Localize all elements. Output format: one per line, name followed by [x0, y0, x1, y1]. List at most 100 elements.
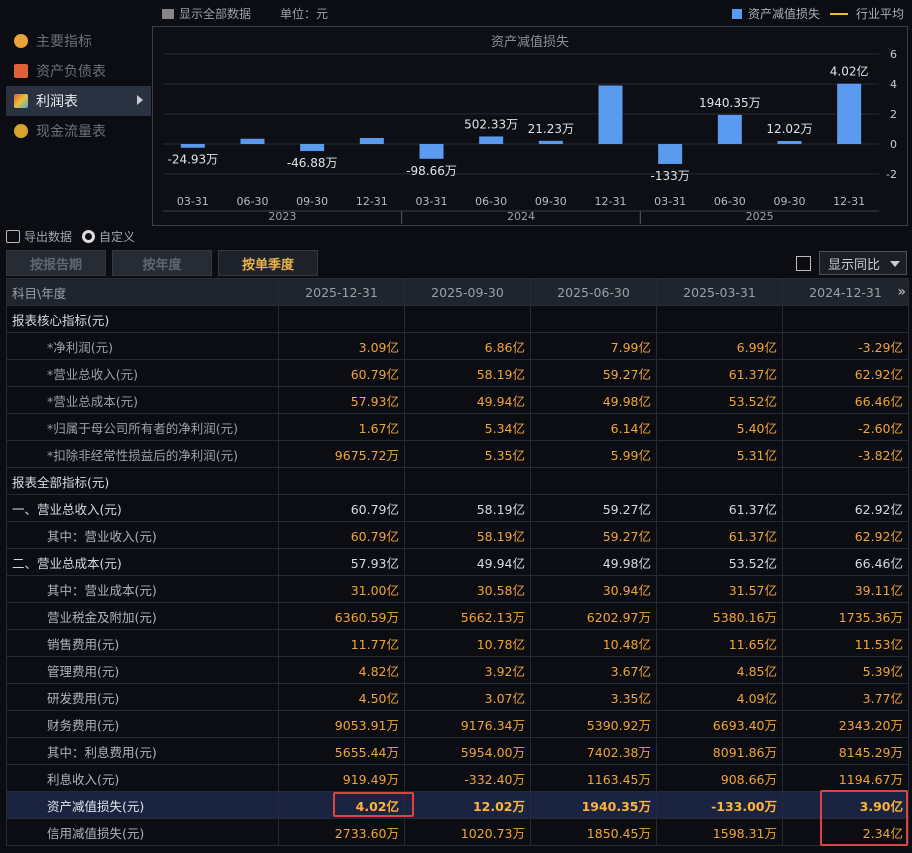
top-toolbar: 显示全部数据 单位：元 资产减值损失 行业平均 — [0, 0, 912, 26]
tab-by-year[interactable]: 按年度 — [112, 250, 212, 276]
yoy-select-label: 显示同比 — [828, 257, 881, 273]
column-header-period[interactable]: 2025-03-31 — [656, 278, 783, 306]
table-cell: 1735.36万 — [782, 602, 909, 630]
table-row[interactable]: 资产减值损失(元) 4.02亿 12.02万 1940.35万 -133.00万 3.90… — [6, 791, 909, 819]
row-label: 报表全部指标(元) — [6, 467, 279, 495]
x-tick-label: 12-31 — [595, 195, 627, 208]
row-label: 财务费用(元) — [6, 710, 279, 738]
x-tick-label: 03-31 — [416, 195, 448, 208]
column-header-period[interactable]: 2025-06-30 — [530, 278, 657, 306]
nav-item-balance-sheet[interactable]: 资产负债表 — [6, 56, 151, 86]
chart-bar — [359, 138, 384, 144]
table-row[interactable]: *营业总成本(元) 57.93亿 49.94亿 49.98亿 53.52亿 66.46亿 — [6, 386, 909, 414]
nav-item-income-statement[interactable]: 利润表 — [6, 86, 151, 116]
row-label: 研发费用(元) — [6, 683, 279, 711]
yoy-select[interactable]: 显示同比 — [819, 251, 907, 275]
row-label: 报表核心指标(元) — [6, 305, 279, 333]
data-label: -46.88万 — [287, 156, 338, 170]
table-cell: 1194.67万 — [782, 764, 909, 792]
table-cell: 58.19亿 — [404, 521, 531, 549]
table-row[interactable]: 研发费用(元) 4.50亿 3.07亿 3.35亿 4.09亿 3.77亿 — [6, 683, 909, 711]
table-cell: 6693.40万 — [656, 710, 783, 738]
table-row[interactable]: 管理费用(元) 4.82亿 3.92亿 3.67亿 4.85亿 5.39亿 — [6, 656, 909, 684]
table-cell: 59.27亿 — [530, 359, 657, 387]
table-cell — [656, 305, 783, 333]
data-label: 1940.35万 — [699, 96, 761, 110]
column-header-period[interactable]: 2024-12-31 — [782, 278, 909, 306]
column-header-period[interactable]: 2025-12-31 — [278, 278, 405, 306]
tab-by-quarter[interactable]: 按单季度 — [218, 250, 318, 276]
table-cell: 49.94亿 — [404, 386, 531, 414]
table-row[interactable]: 二、营业总成本(元) 57.93亿 49.94亿 49.98亿 53.52亿 66.46亿 — [6, 548, 909, 576]
table-cell: 5655.44万 — [278, 737, 405, 765]
table-row[interactable]: 其中：利息费用(元) 5655.44万 5954.00万 7402.38万 8091.8… — [6, 737, 909, 765]
yoy-checkbox[interactable] — [796, 255, 811, 271]
table-cell: 61.37亿 — [656, 521, 783, 549]
nav-item-cash-flow[interactable]: 现金流量表 — [6, 116, 151, 146]
y-tick-label: -2 — [886, 168, 897, 181]
table-cell: 908.66万 — [656, 764, 783, 792]
table-cell: 6202.97万 — [530, 602, 657, 630]
table-row[interactable]: 营业税金及附加(元) 6360.59万 5662.13万 6202.97万 5380.1… — [6, 602, 909, 630]
column-header-period[interactable]: 2025-09-30 — [404, 278, 531, 306]
x-tick-label: 06-30 — [714, 195, 746, 208]
double-chevron-right-icon[interactable]: » — [897, 284, 906, 300]
table-cell: 8091.86万 — [656, 737, 783, 765]
y-tick-label: 2 — [890, 108, 897, 121]
table-cell: 6.99亿 — [656, 332, 783, 360]
row-label: 二、营业总成本(元) — [6, 548, 279, 576]
table-cell: 5.35亿 — [404, 440, 531, 468]
table-cell: 3.07亿 — [404, 683, 531, 711]
table-cell: 7402.38万 — [530, 737, 657, 765]
chevron-right-icon — [137, 95, 143, 105]
show-all-label: 显示全部数据 — [179, 7, 252, 21]
table-cell — [278, 305, 405, 333]
table-cell: 5662.13万 — [404, 602, 531, 630]
table-row[interactable]: *营业总收入(元) 60.79亿 58.19亿 59.27亿 61.37亿 62.92亿 — [6, 359, 909, 387]
sheet-icon — [14, 64, 28, 78]
show-all-data-toggle[interactable]: 显示全部数据 — [162, 5, 251, 22]
table-row[interactable]: 其中：营业收入(元) 60.79亿 58.19亿 59.27亿 61.37亿 62.92亿 — [6, 521, 909, 549]
table-row[interactable]: *归属于母公司所有者的净利润(元) 1.67亿 5.34亿 6.14亿 5.40亿 -2.… — [6, 413, 909, 441]
table-cell: 49.98亿 — [530, 386, 657, 414]
table-cell: -332.40万 — [404, 764, 531, 792]
legend-line-label: 行业平均 — [855, 7, 904, 21]
legend-bar-label: 资产减值损失 — [747, 7, 820, 21]
nav-item-label: 利润表 — [36, 94, 78, 110]
table-row[interactable]: *净利润(元) 3.09亿 6.86亿 7.99亿 6.99亿 -3.29亿 — [6, 332, 909, 360]
table-cell: 6.14亿 — [530, 413, 657, 441]
row-label: 利息收入(元) — [6, 764, 279, 792]
row-label: *扣除非经常性损益后的净利润(元) — [6, 440, 279, 468]
table-row[interactable]: 报表全部指标(元) — [6, 467, 909, 495]
table-cell: 4.50亿 — [278, 683, 405, 711]
table-row[interactable]: 一、营业总收入(元) 60.79亿 58.19亿 59.27亿 61.37亿 62.92亿 — [6, 494, 909, 522]
table-row[interactable]: 报表核心指标(元) — [6, 305, 909, 333]
highlight-box — [333, 792, 414, 817]
x-tick-label: 09-30 — [296, 195, 328, 208]
table-cell: 7.99亿 — [530, 332, 657, 360]
table-row[interactable]: 信用减值损失(元) 2733.60万 1020.73万 1850.45万 1598.31… — [6, 818, 909, 846]
table-cell: 1163.45万 — [530, 764, 657, 792]
nav-item-label: 现金流量表 — [36, 124, 106, 140]
unit-text: 单位：元 — [280, 7, 329, 21]
export-label: 导出数据 — [24, 229, 73, 244]
table-row[interactable]: 其中：营业成本(元) 31.00亿 30.58亿 30.94亿 31.57亿 39.11亿 — [6, 575, 909, 603]
table-cell: 49.98亿 — [530, 548, 657, 576]
coins-icon — [14, 124, 28, 138]
table-cell: 62.92亿 — [782, 494, 909, 522]
table-cell: 53.52亿 — [656, 548, 783, 576]
row-label: 销售费用(元) — [6, 629, 279, 657]
table-cell: 60.79亿 — [278, 521, 405, 549]
table-cell: 39.11亿 — [782, 575, 909, 603]
table-row[interactable]: *扣除非经常性损益后的净利润(元) 9675.72万 5.35亿 5.99亿 5.31亿… — [6, 440, 909, 468]
table-cell: 61.37亿 — [656, 494, 783, 522]
export-data-button[interactable]: 导出数据 — [6, 228, 72, 245]
table-row[interactable]: 销售费用(元) 11.77亿 10.78亿 10.48亿 11.65亿 11.53亿 — [6, 629, 909, 657]
table-cell: 5390.92万 — [530, 710, 657, 738]
nav-item-main-indicators[interactable]: 主要指标 — [6, 26, 151, 56]
customize-button[interactable]: 自定义 — [82, 228, 135, 245]
tab-by-report-period[interactable]: 按报告期 — [6, 250, 106, 276]
table-cell — [404, 467, 531, 495]
table-row[interactable]: 利息收入(元) 919.49万 -332.40万 1163.45万 908.66万 119… — [6, 764, 909, 792]
table-row[interactable]: 财务费用(元) 9053.91万 9176.34万 5390.92万 6693.40万 2… — [6, 710, 909, 738]
